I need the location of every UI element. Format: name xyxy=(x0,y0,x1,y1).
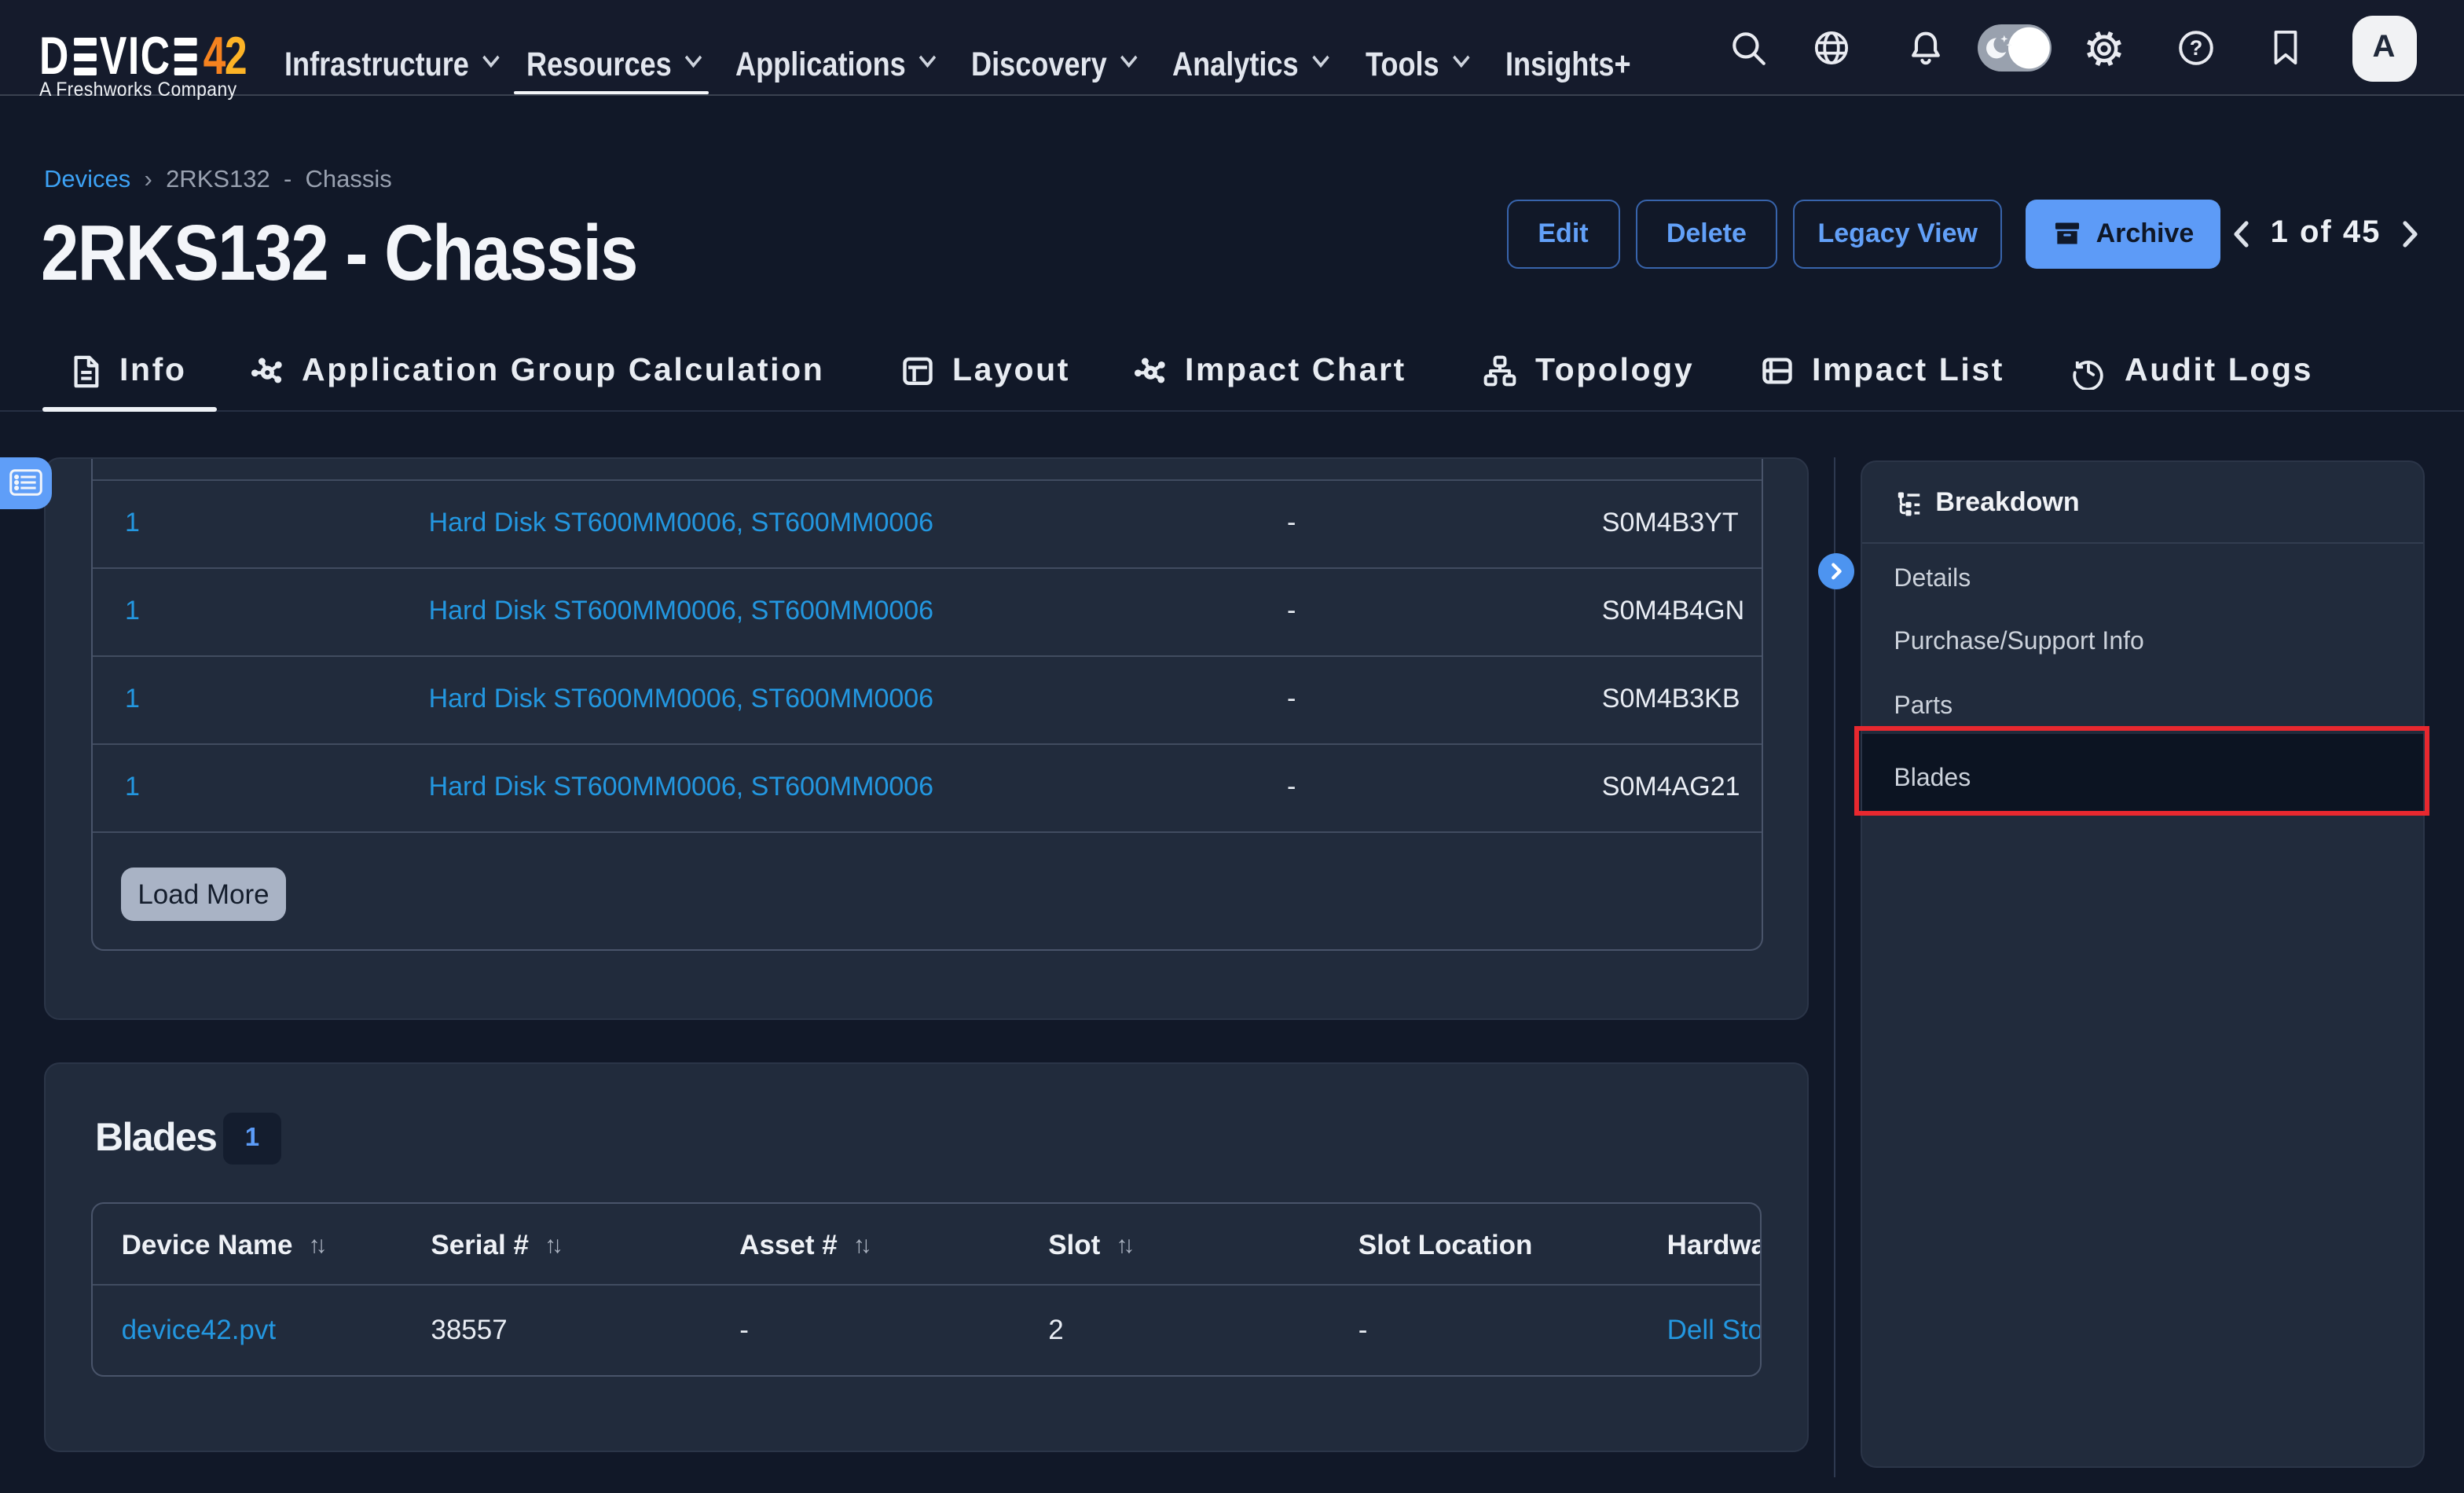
svg-text:?: ? xyxy=(2189,35,2202,60)
